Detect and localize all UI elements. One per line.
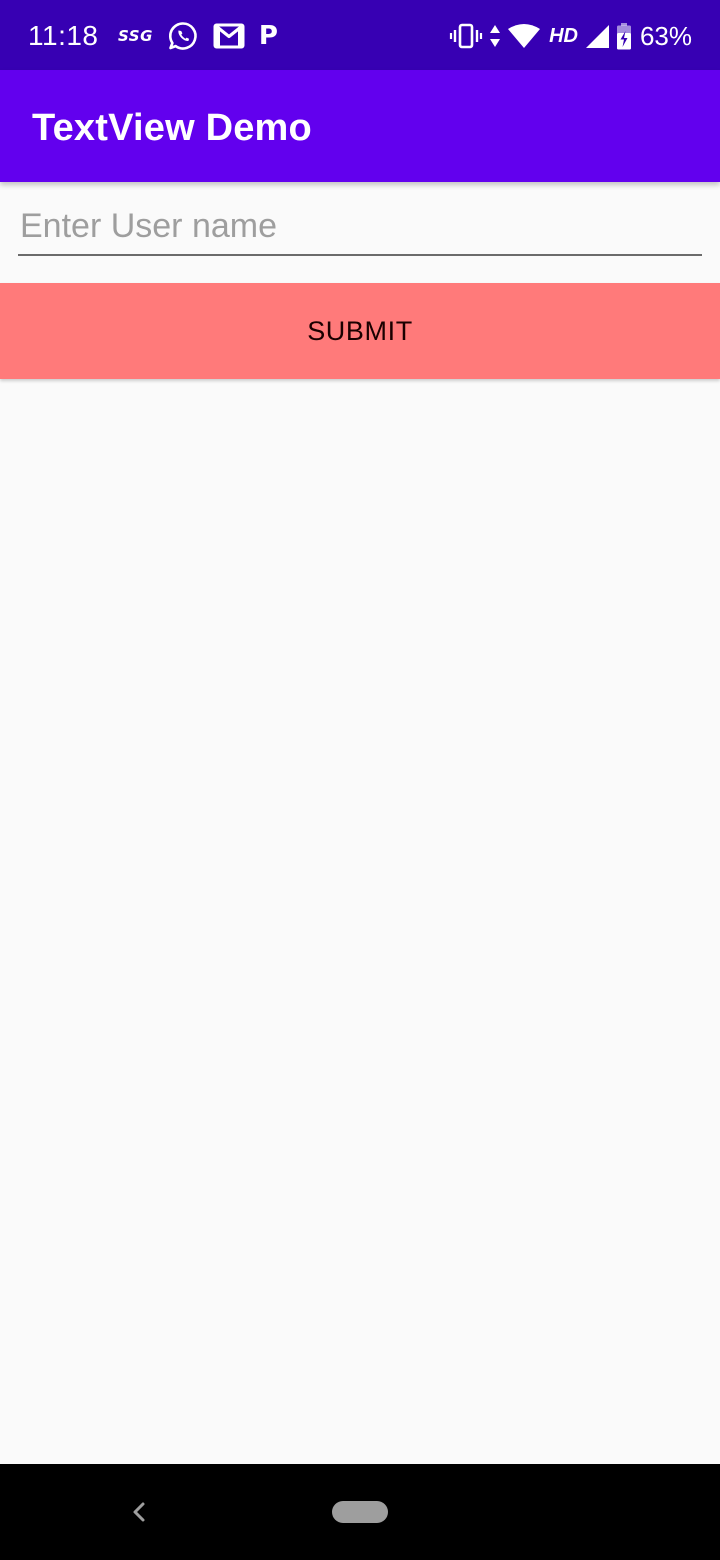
wifi-icon: [507, 23, 541, 49]
signal-icon: [584, 23, 610, 49]
status-time: 11:18: [28, 20, 99, 51]
gmail-icon: [213, 22, 245, 50]
vibrate-icon: [449, 22, 483, 50]
ssg-icon: SSG: [118, 27, 153, 45]
system-status-icons: HD 63%: [449, 18, 692, 54]
home-pill-icon[interactable]: [332, 1501, 388, 1523]
notification-icons: SSG P: [118, 18, 278, 54]
page-title: TextView Demo: [32, 107, 312, 149]
username-input[interactable]: [18, 204, 702, 256]
status-bar: 11:18 SSG P HD 63%: [0, 0, 720, 70]
submit-button[interactable]: SUBMIT: [0, 283, 720, 379]
whatsapp-icon: [167, 20, 199, 52]
data-arrows-icon: [489, 23, 501, 49]
battery-percent: 63%: [639, 21, 692, 51]
hd-label: HD: [549, 24, 578, 47]
app-bar: TextView Demo: [0, 70, 720, 182]
battery-charging-icon: [616, 22, 632, 50]
paytm-p-icon: P: [258, 21, 278, 51]
back-icon[interactable]: [124, 1496, 154, 1528]
navigation-bar: [0, 1464, 720, 1560]
